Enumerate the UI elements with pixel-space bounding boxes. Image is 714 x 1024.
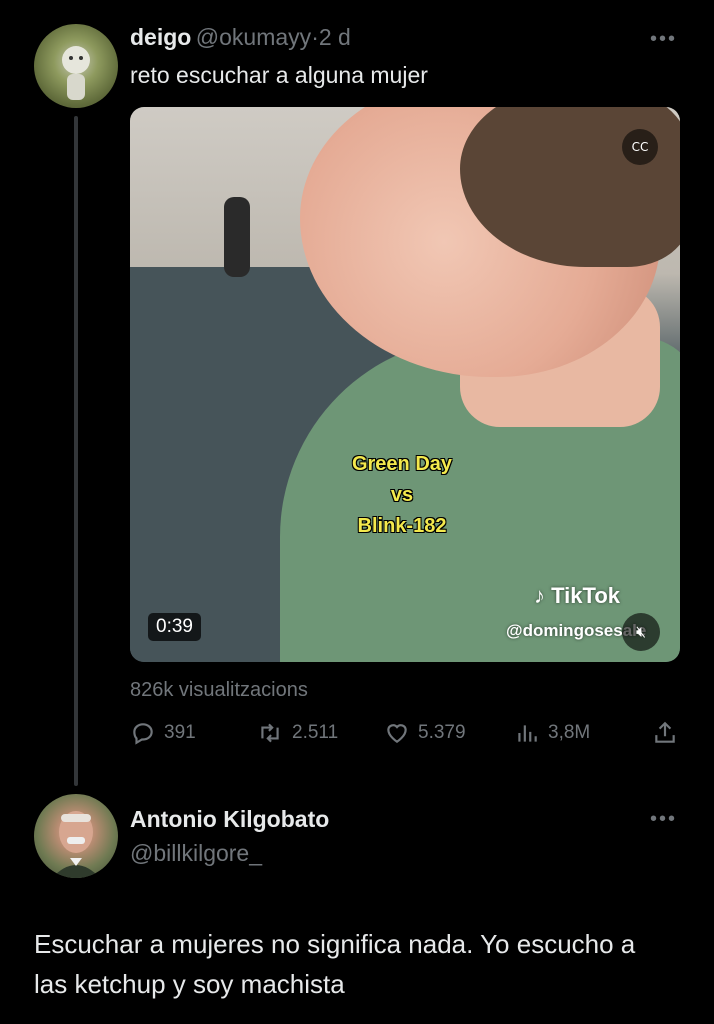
mute-icon[interactable]: 🔇︎ [622,613,660,651]
tweet-header: deigo @okumayy·2 d [130,24,351,51]
tiktok-watermark: ♪ TikTok [534,583,620,609]
video-duration: 0:39 [148,613,201,641]
like-button[interactable]: 5.379 [384,720,466,746]
tiktok-note-icon: ♪ [534,583,545,608]
caption-line: vs [390,484,414,506]
reply-author-name[interactable]: Antonio Kilgobato [130,806,329,833]
author-name[interactable]: deigo [130,24,191,50]
retweet-button[interactable]: 2.511 [256,720,338,746]
share-icon [655,721,675,743]
avatar[interactable] [34,24,118,108]
tiktok-brand: TikTok [551,583,620,608]
video-headrest [224,197,250,277]
author-handle[interactable]: @okumayy [196,24,311,50]
closed-captions-off-icon[interactable]: CC [622,129,658,165]
video-caption: Green Day vs Blink-182 [342,449,462,542]
views-count: 3,8M [548,722,591,743]
avatar[interactable] [34,794,118,878]
retweet-icon [261,723,279,743]
action-bar: 391 2.511 5.379 3,8M [130,720,686,750]
reply-count: 391 [164,722,196,743]
caption-line: Green Day [351,453,453,475]
reply-text: Escuchar a mujeres no significa nada. Yo… [34,929,636,999]
reply-button[interactable]: 391 [130,720,196,746]
caption-line: Blink-182 [357,515,447,537]
retweet-count: 2.511 [292,722,339,743]
reply-author-handle[interactable]: @billkilgore_ [130,840,262,867]
tweet-text: reto escuchar a alguna mujer [130,62,428,88]
more-horizontal-icon[interactable]: ••• [650,808,677,831]
more-horizontal-icon[interactable]: ••• [650,28,677,51]
heart-icon [387,724,407,743]
share-button[interactable] [652,720,686,746]
video-player[interactable]: CC Green Day vs Blink-182 ♪ TikTok @domi… [130,107,680,662]
thread-line [74,116,78,786]
analytics-icon [518,725,537,742]
tweet-time[interactable]: 2 d [319,24,351,50]
views-button[interactable]: 3,8M [514,720,590,746]
reply-icon [133,723,153,745]
like-count: 5.379 [418,722,466,743]
separator: · [311,24,319,50]
view-count-label: 826k visualitzacions [130,679,308,701]
